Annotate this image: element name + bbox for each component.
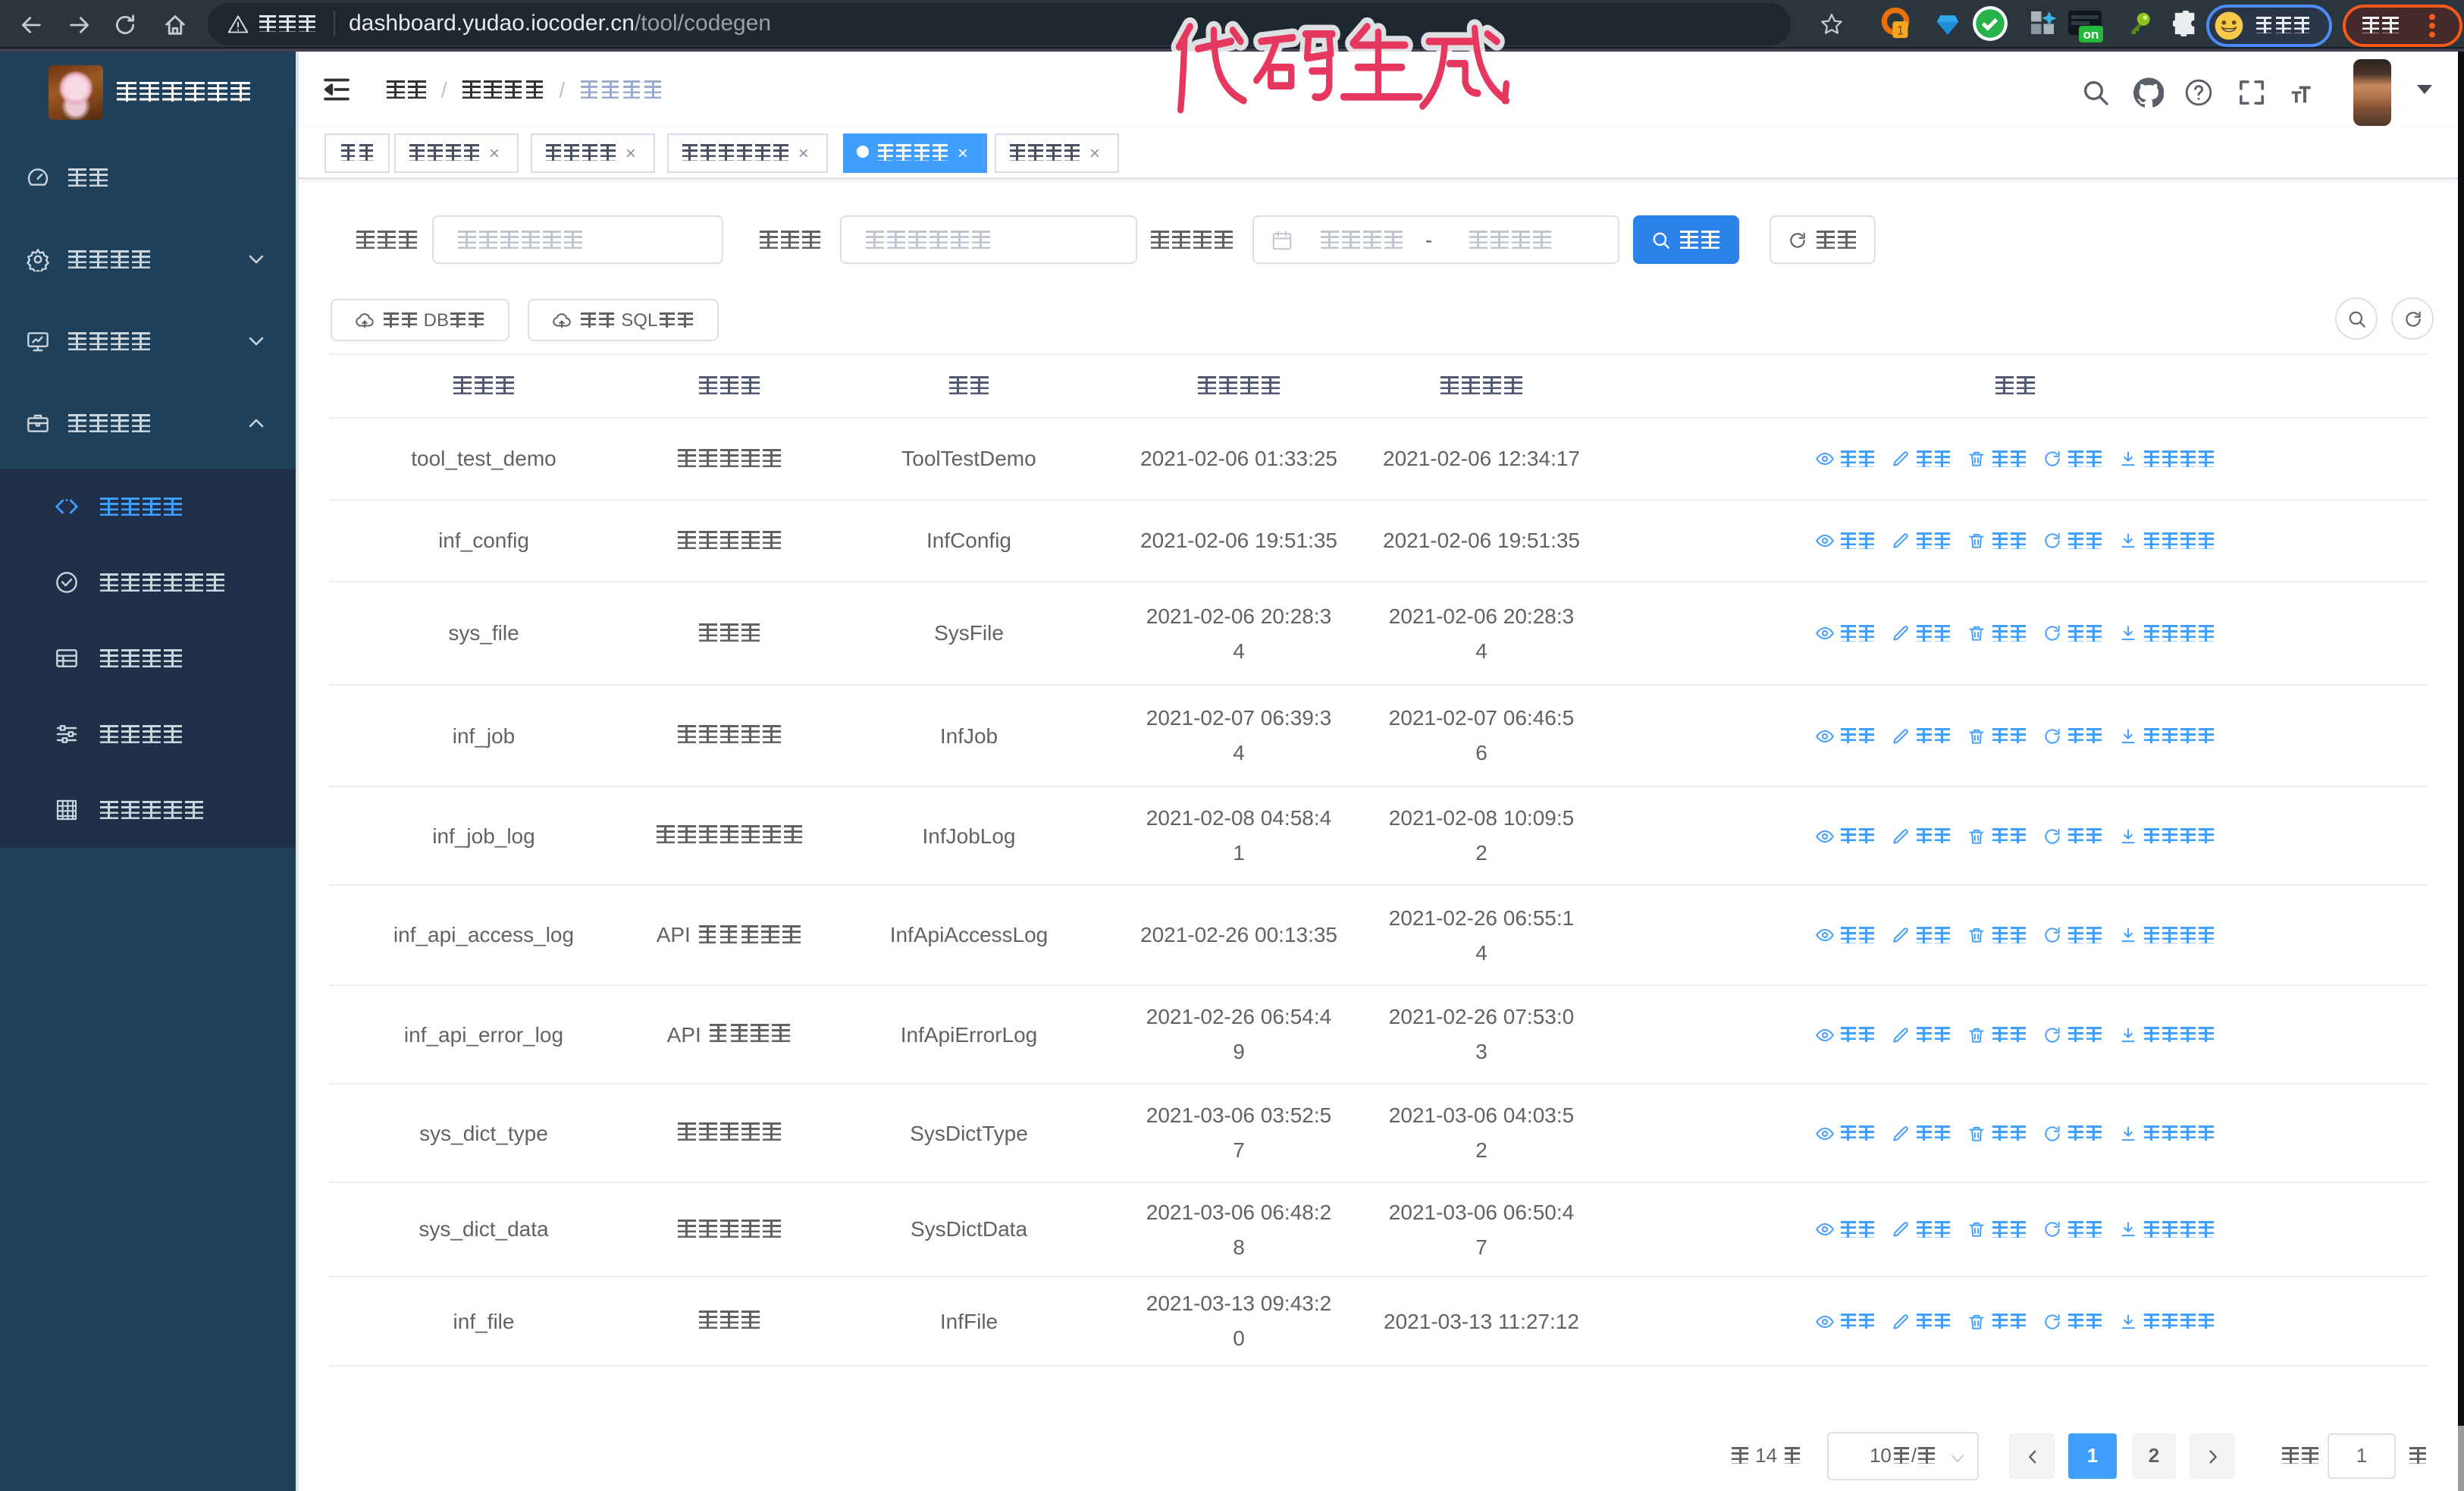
svg-text:1: 1: [1897, 24, 1904, 38]
svg-text:on: on: [2083, 27, 2099, 42]
